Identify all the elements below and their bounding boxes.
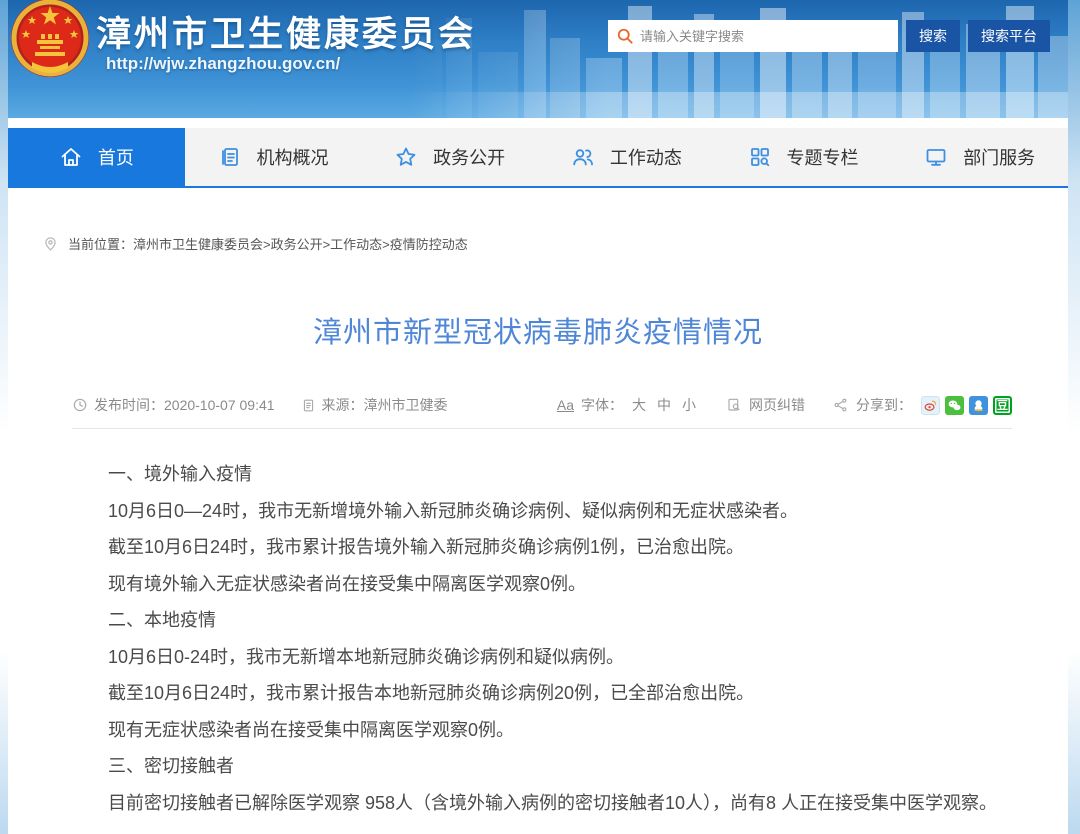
clock-icon xyxy=(72,397,88,413)
paragraph: 目前密切接触者已解除医学观察 958人（含境外输入病例的密切接触者10人），尚有… xyxy=(72,785,1004,822)
paragraph: 三、密切接触者 xyxy=(72,748,1004,785)
home-icon xyxy=(59,145,83,169)
search-area: 搜索 搜索平台 xyxy=(608,20,1050,52)
article-title: 漳州市新型冠状病毒肺炎疫情情况 xyxy=(8,309,1068,351)
douban-glyph: 豆 xyxy=(997,397,1008,413)
nav-item-dept-services[interactable]: 部门服务 xyxy=(891,128,1068,186)
search-button[interactable]: 搜索 xyxy=(906,20,960,52)
douban-icon[interactable]: 豆 xyxy=(993,396,1012,415)
site-title: 漳州市卫生健康委员会 xyxy=(96,6,476,57)
monitor-icon xyxy=(924,145,948,169)
nav-item-home[interactable]: 首页 xyxy=(8,128,185,186)
search-platform-button[interactable]: 搜索平台 xyxy=(968,20,1050,52)
site-url: http://wjw.zhangzhou.gov.cn/ xyxy=(106,54,340,74)
share-icons: 豆 xyxy=(921,396,1012,415)
meta-tools: Aa 字体： 大 中 小 网页纠错 分享到： xyxy=(557,395,1012,415)
article-source: 来源：漳州市卫健委 xyxy=(301,395,448,415)
search-input[interactable] xyxy=(608,20,898,52)
nav-label: 专题专栏 xyxy=(787,144,859,170)
article-meta-bar: 发布时间：2020-10-07 09:41 来源：漳州市卫健委 Aa 字体： 大… xyxy=(72,395,1012,429)
publish-time-text: 发布时间：2020-10-07 09:41 xyxy=(94,395,275,415)
paragraph: 截至10月6日24时，我市累计报告境外输入新冠肺炎确诊病例1例，已治愈出院。 xyxy=(72,529,1004,566)
grid-search-icon xyxy=(748,145,772,169)
star-icon xyxy=(394,145,418,169)
breadcrumb-text[interactable]: 当前位置：漳州市卫生健康委员会>政务公开>工作动态>疫情防控动态 xyxy=(68,234,468,253)
breadcrumb: 当前位置：漳州市卫生健康委员会>政务公开>工作动态>疫情防控动态 xyxy=(42,234,1068,253)
search-box xyxy=(608,20,898,52)
font-label: 字体： xyxy=(581,395,623,415)
font-size-small[interactable]: 小 xyxy=(682,395,696,415)
wechat-icon[interactable] xyxy=(945,396,964,415)
nav-item-gov-info[interactable]: 政务公开 xyxy=(361,128,538,186)
people-icon xyxy=(571,145,595,169)
city-skyline-image xyxy=(408,0,1068,118)
share-icon xyxy=(833,397,849,413)
nav-label: 首页 xyxy=(98,144,134,170)
nav-item-special-topics[interactable]: 专题专栏 xyxy=(715,128,892,186)
paragraph: 10月6日0—24时，我市无新增境外输入新冠肺炎确诊病例、疑似病例和无症状感染者… xyxy=(72,493,1004,530)
source-doc-icon xyxy=(301,398,316,413)
paragraph: 现有无症状感染者尚在接受集中隔离医学观察0例。 xyxy=(72,712,1004,749)
font-size-large[interactable]: 大 xyxy=(632,395,646,415)
correction-link[interactable]: 网页纠错 xyxy=(749,395,805,415)
page-correction-icon xyxy=(726,397,742,413)
main-navigation: 首页 机构概况 政务公开 工作动态 专题专栏 xyxy=(8,128,1068,188)
nav-item-organization[interactable]: 机构概况 xyxy=(185,128,362,186)
paragraph: 10月6日0-24时，我市无新增本地新冠肺炎确诊病例和疑似病例。 xyxy=(72,639,1004,676)
search-icon xyxy=(615,26,635,46)
publish-time: 发布时间：2020-10-07 09:41 xyxy=(72,395,275,415)
qq-icon[interactable] xyxy=(969,396,988,415)
nav-label: 机构概况 xyxy=(257,144,329,170)
page-container: 漳州市卫生健康委员会 http://wjw.zhangzhou.gov.cn/ … xyxy=(8,0,1068,834)
font-aa-label: Aa xyxy=(557,397,574,413)
font-size-medium[interactable]: 中 xyxy=(657,395,671,415)
paragraph: 现有境外输入无症状感染者尚在接受集中隔离医学观察0例。 xyxy=(72,566,1004,603)
nav-label: 工作动态 xyxy=(610,144,682,170)
nav-label: 政务公开 xyxy=(433,144,505,170)
nav-label: 部门服务 xyxy=(963,144,1035,170)
location-pin-icon xyxy=(42,235,59,252)
weibo-icon[interactable] xyxy=(921,396,940,415)
national-emblem-logo xyxy=(10,0,90,82)
article-body: 一、境外输入疫情 10月6日0—24时，我市无新增境外输入新冠肺炎确诊病例、疑似… xyxy=(72,456,1004,821)
share-label: 分享到： xyxy=(856,395,912,415)
paragraph: 一、境外输入疫情 xyxy=(72,456,1004,493)
paragraph: 二、本地疫情 xyxy=(72,602,1004,639)
document-icon xyxy=(218,145,242,169)
site-banner: 漳州市卫生健康委员会 http://wjw.zhangzhou.gov.cn/ … xyxy=(8,0,1068,118)
nav-item-work-updates[interactable]: 工作动态 xyxy=(538,128,715,186)
source-text: 来源：漳州市卫健委 xyxy=(322,395,448,415)
paragraph: 截至10月6日24时，我市累计报告本地新冠肺炎确诊病例20例，已全部治愈出院。 xyxy=(72,675,1004,712)
